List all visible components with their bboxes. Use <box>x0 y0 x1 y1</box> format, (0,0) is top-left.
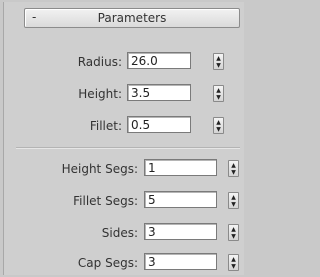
cap-segs-spinner[interactable]: ▲ ▼ <box>228 254 239 271</box>
sides-label: Sides: <box>101 226 138 240</box>
height-segs-row: Height Segs: <box>4 159 138 183</box>
fillet-segs-row: Fillet Segs: <box>4 191 138 215</box>
spinner-up-icon[interactable]: ▲ <box>214 87 223 94</box>
spinner-up-icon[interactable]: ▲ <box>229 194 238 201</box>
spinner-up-icon[interactable]: ▲ <box>229 256 238 263</box>
fillet-input[interactable]: 0.5 <box>127 116 191 133</box>
sides-input[interactable]: 3 <box>144 223 217 240</box>
radius-spinner[interactable]: ▲ ▼ <box>213 53 224 70</box>
fillet-label: Fillet: <box>89 119 122 133</box>
height-label: Height: <box>78 87 122 101</box>
fillet-spinner[interactable]: ▲ ▼ <box>213 117 224 134</box>
height-input[interactable]: 3.5 <box>127 84 191 101</box>
spinner-down-icon[interactable]: ▼ <box>214 94 223 101</box>
spinner-up-icon[interactable]: ▲ <box>214 119 223 126</box>
spinner-down-icon[interactable]: ▼ <box>214 62 223 69</box>
radius-input[interactable]: 26.0 <box>127 52 191 69</box>
parameters-rollout-header[interactable]: - Parameters <box>24 8 240 28</box>
radius-label: Radius: <box>77 55 122 69</box>
spinner-up-icon[interactable]: ▲ <box>229 226 238 233</box>
cap-segs-input[interactable]: 3 <box>144 253 217 270</box>
sides-row: Sides: <box>4 223 138 247</box>
height-segs-label: Height Segs: <box>61 162 138 176</box>
fillet-segs-spinner[interactable]: ▲ ▼ <box>228 192 239 209</box>
spinner-down-icon[interactable]: ▼ <box>229 169 238 176</box>
height-row: Height: <box>4 84 122 108</box>
rollout-title: Parameters <box>97 11 167 25</box>
spinner-down-icon[interactable]: ▼ <box>229 201 238 208</box>
spinner-down-icon[interactable]: ▼ <box>214 126 223 133</box>
parameters-panel: - Parameters Radius: 26.0 ▲ ▼ Height: 3.… <box>3 2 244 275</box>
height-segs-input[interactable]: 1 <box>144 159 217 176</box>
spinner-down-icon[interactable]: ▼ <box>229 233 238 240</box>
radius-row: Radius: <box>4 52 122 76</box>
fillet-segs-input[interactable]: 5 <box>144 191 217 208</box>
spinner-up-icon[interactable]: ▲ <box>229 162 238 169</box>
fillet-row: Fillet: <box>4 116 122 140</box>
spinner-up-icon[interactable]: ▲ <box>214 55 223 62</box>
height-spinner[interactable]: ▲ ▼ <box>213 85 224 102</box>
sides-spinner[interactable]: ▲ ▼ <box>228 224 239 241</box>
cap-segs-label: Cap Segs: <box>77 256 138 270</box>
fillet-segs-label: Fillet Segs: <box>73 194 138 208</box>
spinner-down-icon[interactable]: ▼ <box>229 263 238 270</box>
cap-segs-row: Cap Segs: <box>4 253 138 277</box>
height-segs-spinner[interactable]: ▲ ▼ <box>228 160 239 177</box>
section-divider <box>16 147 240 149</box>
